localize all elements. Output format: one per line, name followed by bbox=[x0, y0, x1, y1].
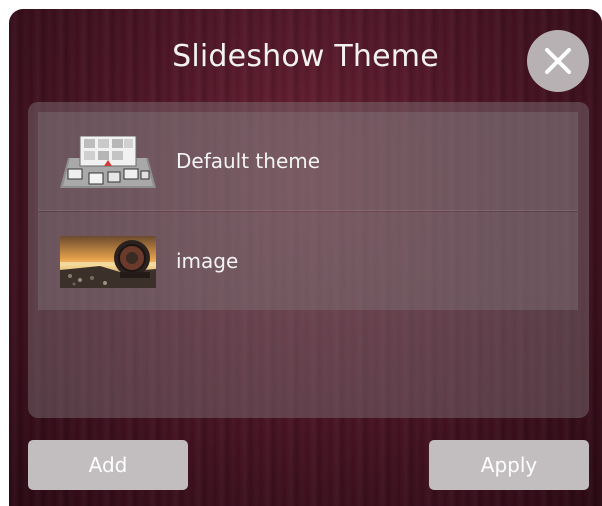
add-button[interactable]: Add bbox=[28, 440, 188, 490]
slideshow-theme-dialog: Slideshow Theme Default theme image Add … bbox=[9, 9, 602, 506]
close-button[interactable] bbox=[527, 30, 589, 92]
theme-item-label: Default theme bbox=[176, 149, 321, 173]
image-thumbnail bbox=[60, 236, 156, 288]
theme-item-default[interactable]: Default theme bbox=[38, 112, 578, 211]
close-icon bbox=[545, 48, 571, 74]
default-theme-thumbnail bbox=[60, 136, 156, 188]
theme-item-label: image bbox=[176, 249, 239, 273]
theme-item-image[interactable]: image bbox=[38, 212, 578, 310]
theme-list: Default theme image bbox=[28, 102, 589, 418]
apply-button[interactable]: Apply bbox=[429, 440, 589, 490]
dialog-title: Slideshow Theme bbox=[172, 39, 439, 74]
